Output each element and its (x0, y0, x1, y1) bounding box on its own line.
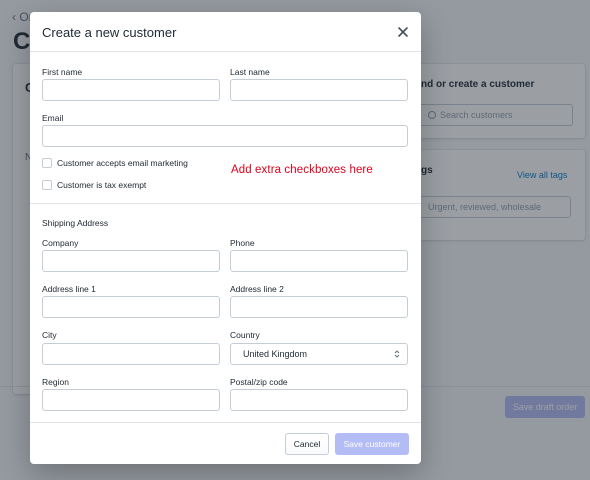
region-label: Region (42, 377, 69, 387)
annotation-text: Add extra checkboxes here (231, 164, 373, 176)
first-name-input[interactable] (43, 80, 219, 100)
address-line-2-field[interactable] (230, 296, 408, 318)
address-line-2-input[interactable] (231, 297, 407, 317)
first-name-label: First name (42, 67, 83, 77)
company-input[interactable] (43, 251, 219, 271)
email-marketing-checkbox[interactable] (42, 158, 52, 168)
close-icon (398, 27, 408, 37)
tax-exempt-checkbox[interactable] (42, 180, 52, 190)
region-input[interactable] (43, 390, 219, 410)
postal-code-field[interactable] (230, 389, 408, 411)
country-select[interactable]: United Kingdom (230, 343, 408, 365)
first-name-field[interactable] (42, 79, 220, 101)
phone-label: Phone (230, 238, 255, 248)
email-marketing-checkbox-row[interactable]: Customer accepts email marketing (42, 158, 188, 168)
address-line-2-label: Address line 2 (230, 284, 284, 294)
address-line-1-label: Address line 1 (42, 284, 96, 294)
modal-title: Create a new customer (42, 25, 177, 40)
create-customer-modal: Create a new customer First name Last na… (30, 12, 421, 464)
last-name-label: Last name (230, 67, 270, 77)
country-label: Country (230, 330, 260, 340)
last-name-input[interactable] (231, 80, 407, 100)
address-line-1-field[interactable] (42, 296, 220, 318)
city-field[interactable] (42, 343, 220, 365)
modal-header: Create a new customer (30, 12, 421, 52)
footer-divider (30, 422, 421, 423)
email-label: Email (42, 113, 64, 123)
cancel-button[interactable]: Cancel (285, 433, 329, 455)
country-select-value: United Kingdom (243, 349, 308, 359)
postal-code-label: Postal/zip code (230, 377, 288, 387)
tax-exempt-label: Customer is tax exempt (57, 180, 147, 190)
section-divider (30, 203, 421, 204)
last-name-field[interactable] (230, 79, 408, 101)
region-field[interactable] (42, 389, 220, 411)
save-customer-button[interactable]: Save customer (335, 433, 409, 455)
city-input[interactable] (43, 344, 219, 364)
company-field[interactable] (42, 250, 220, 272)
email-input[interactable] (43, 126, 407, 146)
email-field[interactable] (42, 125, 408, 147)
company-label: Company (42, 238, 79, 248)
phone-input[interactable] (231, 251, 407, 271)
email-marketing-label: Customer accepts email marketing (57, 158, 188, 168)
phone-field[interactable] (230, 250, 408, 272)
address-line-1-input[interactable] (43, 297, 219, 317)
shipping-address-title: Shipping Address (42, 218, 109, 228)
select-arrows-icon (394, 350, 400, 358)
close-button[interactable] (395, 24, 411, 40)
tax-exempt-checkbox-row[interactable]: Customer is tax exempt (42, 180, 146, 190)
postal-code-input[interactable] (231, 390, 407, 410)
city-label: City (42, 330, 57, 340)
